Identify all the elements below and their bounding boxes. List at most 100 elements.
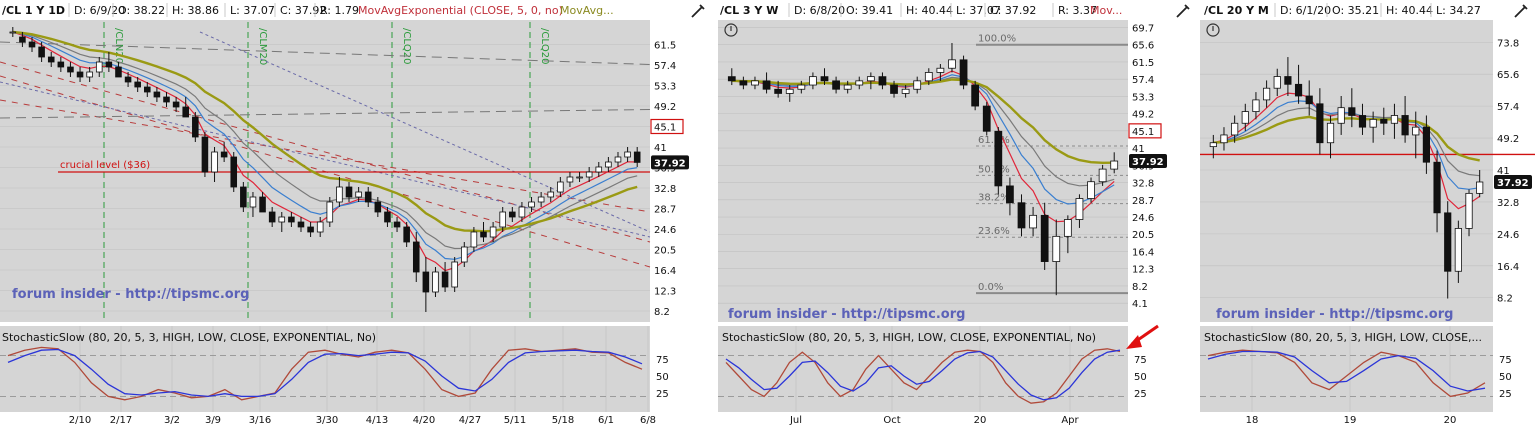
candle-body [499, 211, 506, 228]
stoch-tick-label: 25 [1499, 389, 1512, 400]
candle-body [959, 59, 968, 86]
candle-body [537, 196, 545, 203]
date-tick-label: 3/9 [205, 415, 221, 426]
candle-body [528, 201, 535, 208]
candle-body [1444, 212, 1452, 272]
price-tick-label: 65.6 [1132, 41, 1154, 52]
price-axis-bg [1493, 20, 1535, 429]
chart-svg[interactable]: 73.865.657.449.24132.824.616.48.218 19 20/… [1200, 0, 1535, 429]
header-field: H: 40.44 [1386, 4, 1433, 17]
candle-body [1087, 181, 1095, 199]
header-field: O: 35.21 [1332, 4, 1379, 17]
candle-body [585, 171, 593, 178]
candle-body [374, 201, 382, 213]
date-tick-label: 4/13 [366, 415, 388, 426]
candle-body [422, 271, 430, 293]
chart-svg[interactable]: 69.765.661.557.453.349.245.14136.932.828… [718, 0, 1197, 429]
candle-body [249, 196, 257, 208]
candle-body [1380, 118, 1388, 124]
study-label: Mov... [1090, 4, 1122, 17]
candle-body [971, 84, 980, 107]
candle-body [785, 88, 794, 94]
candle-body [182, 106, 189, 118]
candle-body [762, 80, 771, 90]
candle-body [105, 61, 113, 68]
candle-body [403, 226, 410, 243]
cycle-label: /CLQ20 [401, 28, 412, 65]
candle-body [982, 105, 991, 132]
symbol-label[interactable]: /CL 20 Y M [1204, 4, 1269, 17]
candle-body [38, 46, 45, 58]
candle-body [1017, 202, 1026, 229]
charts-dashboard: 61.557.453.349.245.14136.932.828.724.620… [0, 0, 1535, 429]
header-field: R: 1.79 [320, 4, 359, 17]
candle-body [1063, 219, 1072, 237]
candle-body [1358, 115, 1367, 128]
level-label: crucial level ($36) [60, 160, 150, 171]
price-tick-label: 28.7 [1132, 196, 1154, 207]
stoch-tick-label: 50 [1134, 372, 1147, 383]
candle-body [832, 80, 840, 90]
symbol-label[interactable]: /CL 3 Y W [720, 4, 778, 17]
symbol-label[interactable]: /CL 1 Y 1D [2, 4, 65, 17]
candle-body [1029, 214, 1037, 229]
candle-body [480, 231, 487, 238]
candle-body [1454, 228, 1462, 272]
candle-body [115, 66, 122, 78]
candle-body [144, 86, 151, 93]
candle-body [913, 80, 922, 90]
stoch-tick-label: 75 [1134, 355, 1147, 366]
candle-body [624, 151, 631, 158]
candle-body [901, 88, 910, 94]
daily-chart-panel[interactable]: 61.557.453.349.245.14136.932.828.724.620… [0, 0, 712, 429]
stochastic-label: StochasticSlow (80, 20, 5, 3, HIGH, LOW,… [722, 331, 1096, 344]
price-tick-label: 32.8 [1132, 179, 1154, 190]
panel-background [718, 0, 1197, 429]
candle-body [1369, 118, 1377, 128]
candle-body [739, 80, 748, 86]
candle-body [336, 186, 343, 203]
last-price-text: 37.92 [654, 158, 686, 169]
candle-body [57, 61, 65, 68]
candle-body [1412, 126, 1420, 136]
candle-body [1220, 134, 1228, 144]
candle-body [633, 151, 641, 163]
stoch-tick-label: 75 [656, 355, 669, 366]
candle-body [220, 151, 228, 158]
candle-body [509, 211, 516, 218]
study-label: MovAvg... [560, 4, 614, 17]
candle-body [518, 206, 526, 218]
price-tick-label: 45.1 [1132, 127, 1154, 138]
chart-svg[interactable]: 61.557.453.349.245.14136.932.828.724.620… [0, 0, 712, 429]
price-tick-label: 53.3 [1132, 92, 1154, 103]
candle-body [432, 271, 439, 293]
candle-body [1075, 198, 1084, 220]
candle-body [47, 56, 55, 63]
header-field: L: 34.27 [1436, 4, 1481, 17]
candle-body [936, 67, 945, 73]
candle-body [557, 181, 564, 193]
candle-body [1110, 160, 1119, 170]
candle-body [1326, 122, 1335, 144]
monthly-chart-panel[interactable]: 73.8 65.6 57.4 49.2 41 32.8 24.6 16.4 8.2 18 19 20/… [1200, 0, 1535, 429]
date-tick-label: 5/11 [504, 415, 526, 426]
date-tick-label: 3/16 [249, 415, 271, 426]
candle-body [878, 76, 887, 86]
price-tick-label: 41 [654, 143, 667, 154]
candle-body [948, 59, 956, 69]
weekly-chart-panel[interactable]: 69.765.661.557.453.349.245.14136.932.828… [718, 0, 1197, 429]
header-field: O: 38.22 [118, 4, 165, 17]
price-tick-label: 4.1 [1132, 299, 1148, 310]
header-field: D: 6/1/20 [1280, 4, 1331, 17]
date-tick-label: 4/27 [459, 415, 481, 426]
candle-body [230, 156, 238, 188]
candle-body [19, 36, 26, 43]
price-tick-label: 8.2 [654, 307, 670, 318]
stoch-tick-label: 50 [656, 372, 669, 383]
candle-body [384, 211, 391, 223]
fib-label: 0.0% [978, 282, 1003, 293]
candle-body [124, 76, 132, 83]
date-tick-label: 2/17 [110, 415, 132, 426]
date-tick-label: Oct [883, 415, 900, 426]
fib-label: 100.0% [978, 34, 1016, 45]
